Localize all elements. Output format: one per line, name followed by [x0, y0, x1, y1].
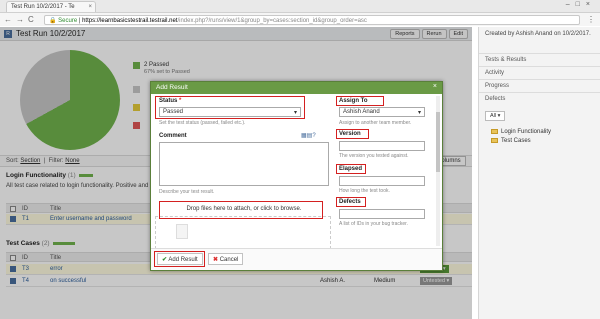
lock-icon: 🔒	[49, 18, 57, 24]
assign-select[interactable]: Ashish Anand ▾	[339, 107, 425, 117]
check-icon: ✔	[162, 257, 168, 263]
folder-icon	[491, 129, 498, 134]
elapsed-help: How long the test took.	[339, 188, 390, 194]
sidebar-item-defects[interactable]: Defects	[479, 92, 600, 105]
chevron-down-icon: ▾	[293, 110, 297, 116]
drop-text[interactable]: Drop files here to attach, or click to b…	[159, 204, 329, 217]
version-label: Version	[339, 131, 361, 137]
window-controls[interactable]: –□×	[566, 1, 596, 8]
menu-icon[interactable]: ⋮	[587, 15, 595, 24]
status-label: Status *	[159, 98, 182, 104]
add-result-dialog: Add Result × Status * Passed ▾ Set the t…	[150, 81, 443, 271]
add-result-button[interactable]: ✔ Add Result	[157, 253, 203, 265]
folder-test-cases[interactable]: Test Cases	[491, 136, 600, 145]
secure-label: Secure	[58, 18, 78, 24]
elapsed-label: Elapsed	[339, 166, 363, 172]
url-path: /index.php?/runs/view/1&group_by=cases:s…	[177, 18, 367, 24]
status-select[interactable]: Passed ▾	[159, 107, 301, 117]
url-field[interactable]: 🔒 Secure | https://learnbasicstestrail.t…	[44, 15, 580, 25]
assign-label: Assign To	[339, 98, 368, 104]
sidebar-item-activity[interactable]: Activity	[479, 66, 600, 79]
browser-tab[interactable]: Test Run 10/2/2017 - Te ×	[6, 1, 96, 12]
defects-label: Defects	[339, 199, 361, 205]
address-bar-row: ←→C 🔒 Secure | https://learnbasicstestra…	[0, 12, 600, 26]
dialog-footer: ✔ Add Result ✖ Cancel	[151, 248, 442, 270]
comment-label: Comment	[159, 133, 187, 139]
defects-help: A list of IDs in your bug tracker.	[339, 221, 408, 227]
dialog-title: Add Result	[156, 84, 188, 91]
elapsed-input[interactable]	[339, 176, 425, 186]
cancel-button[interactable]: ✖ Cancel	[208, 253, 244, 265]
comment-textarea[interactable]	[159, 142, 329, 186]
created-by: Created by Ashish Anand on 10/2/2017.	[485, 31, 591, 37]
document-icon	[176, 224, 188, 239]
assign-help: Assign to another team member.	[339, 120, 412, 126]
folder-login-functionality[interactable]: Login Functionality	[491, 127, 600, 136]
tab-title: Test Run 10/2/2017 - Te	[11, 4, 75, 10]
browser-chrome: Test Run 10/2/2017 - Te × –□× ←→C 🔒 Secu…	[0, 0, 600, 26]
folder-icon	[491, 138, 498, 143]
version-help: The version you tested against.	[339, 153, 409, 159]
right-sidebar: Created by Ashish Anand on 10/2/2017. Te…	[478, 27, 600, 319]
chevron-down-icon: ▾	[417, 110, 421, 116]
sidebar-item-tests-results[interactable]: Tests & Results	[479, 53, 600, 66]
scrollbar-thumb[interactable]	[436, 112, 440, 172]
dialog-scrollbar[interactable]	[436, 96, 440, 246]
cancel-icon: ✖	[213, 257, 219, 263]
close-icon[interactable]: ×	[433, 83, 437, 90]
filter-all-dropdown[interactable]: All ▾	[485, 111, 506, 121]
sidebar-item-progress[interactable]: Progress	[479, 79, 600, 92]
dialog-header: Add Result ×	[151, 82, 442, 94]
tab-close-icon[interactable]: ×	[88, 4, 92, 10]
version-input[interactable]	[339, 141, 425, 151]
url-domain: https://learnbasicstestrail.testrail.net	[82, 18, 178, 24]
editor-tools-icon[interactable]: ▦▤?	[301, 132, 316, 139]
defects-input[interactable]	[339, 209, 425, 219]
nav-buttons[interactable]: ←→C	[4, 15, 38, 24]
status-help: Set the test status (passed, failed etc.…	[159, 120, 246, 126]
comment-help: Describe your test result.	[159, 189, 215, 195]
